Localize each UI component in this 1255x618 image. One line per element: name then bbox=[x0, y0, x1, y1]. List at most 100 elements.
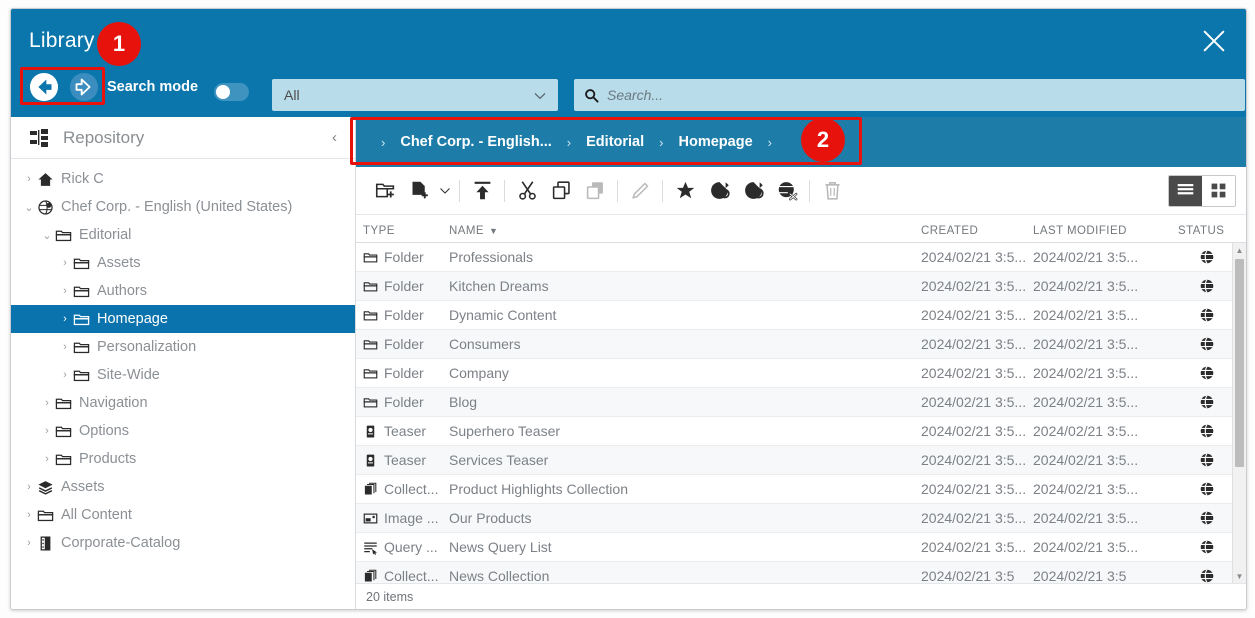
cell-type-label: Folder bbox=[384, 307, 424, 323]
search-input[interactable] bbox=[607, 87, 1235, 103]
sidebar-item-options[interactable]: ›Options bbox=[11, 417, 355, 445]
table-scrollbar[interactable]: ▲ ▼ bbox=[1232, 243, 1246, 583]
twisty-collapsed-icon[interactable]: › bbox=[57, 369, 73, 381]
scroll-up-icon[interactable]: ▲ bbox=[1233, 243, 1246, 257]
upload-button[interactable] bbox=[465, 174, 499, 208]
repository-header: Repository ‹ bbox=[11, 117, 355, 159]
cell-created: 2024/02/21 3:5... bbox=[921, 481, 1033, 497]
table-row[interactable]: Image ...Our Products2024/02/21 3:5...20… bbox=[356, 504, 1246, 533]
content-type-filter-value: All bbox=[284, 87, 300, 103]
twisty-expanded-icon[interactable]: ⌄ bbox=[21, 201, 37, 214]
scroll-down-icon[interactable]: ▼ bbox=[1233, 569, 1246, 583]
close-icon[interactable] bbox=[1194, 21, 1234, 61]
twisty-collapsed-icon[interactable]: › bbox=[57, 285, 73, 297]
favorite-button[interactable] bbox=[668, 174, 702, 208]
cut-button[interactable] bbox=[510, 174, 544, 208]
teaser-icon bbox=[363, 424, 378, 439]
twisty-collapsed-icon[interactable]: › bbox=[21, 173, 37, 185]
sidebar-item-rick-c[interactable]: ›Rick C bbox=[11, 165, 355, 193]
column-header-type[interactable]: TYPE bbox=[356, 225, 446, 237]
table-row[interactable]: TeaserSuperhero Teaser2024/02/21 3:5...2… bbox=[356, 417, 1246, 446]
new-content-dropdown[interactable] bbox=[436, 174, 454, 208]
sidebar-item-products[interactable]: › Products bbox=[11, 445, 355, 473]
table-row[interactable]: FolderProfessionals2024/02/21 3:5...2024… bbox=[356, 243, 1246, 272]
twisty-collapsed-icon[interactable]: › bbox=[57, 257, 73, 269]
content-type-filter[interactable]: All bbox=[272, 79, 558, 111]
sidebar-item-personalization[interactable]: › Personalization bbox=[11, 333, 355, 361]
grid-view-icon[interactable] bbox=[1202, 176, 1235, 206]
cell-last-modified: 2024/02/21 3:5 bbox=[1033, 568, 1168, 583]
cell-type-label: Image ... bbox=[384, 510, 438, 526]
sidebar-item-navigation[interactable]: ›Navigation bbox=[11, 389, 355, 417]
twisty-collapsed-icon[interactable]: › bbox=[39, 453, 55, 465]
new-content-button[interactable] bbox=[402, 174, 436, 208]
column-header-created[interactable]: CREATED bbox=[921, 225, 1033, 237]
table-row[interactable]: FolderBlog2024/02/21 3:5...2024/02/21 3:… bbox=[356, 388, 1246, 417]
sidebar-item-homepage[interactable]: ›Homepage bbox=[11, 305, 355, 333]
table-row[interactable]: Collect...News Collection2024/02/21 3:52… bbox=[356, 562, 1246, 583]
twisty-collapsed-icon[interactable]: › bbox=[39, 397, 55, 409]
sidebar-item-all-content[interactable]: › All Content bbox=[11, 501, 355, 529]
star-icon bbox=[675, 180, 696, 201]
new-folder-button[interactable] bbox=[368, 174, 402, 208]
upload-icon bbox=[472, 180, 493, 201]
schedule-publish-button[interactable] bbox=[736, 174, 770, 208]
cell-type-label: Query ... bbox=[384, 539, 438, 555]
arrow-forward-circle-icon[interactable] bbox=[69, 72, 99, 102]
search-box[interactable] bbox=[574, 79, 1245, 111]
table-row[interactable]: FolderDynamic Content2024/02/21 3:5...20… bbox=[356, 301, 1246, 330]
table-row[interactable]: FolderCompany2024/02/21 3:5...2024/02/21… bbox=[356, 359, 1246, 388]
cell-name: Blog bbox=[446, 394, 921, 410]
sort-desc-icon: ▼ bbox=[489, 226, 498, 236]
cell-last-modified: 2024/02/21 3:5... bbox=[1033, 307, 1168, 323]
twisty-collapsed-icon[interactable]: › bbox=[21, 537, 37, 549]
scrollbar-thumb[interactable] bbox=[1235, 259, 1244, 467]
breadcrumb-item-0[interactable]: Chef Corp. - English... bbox=[394, 134, 557, 150]
sidebar-item-assets[interactable]: ›Assets bbox=[11, 473, 355, 501]
table-row[interactable]: FolderConsumers2024/02/21 3:5...2024/02/… bbox=[356, 330, 1246, 359]
copy-button[interactable] bbox=[544, 174, 578, 208]
column-header-status[interactable]: STATUS bbox=[1168, 225, 1246, 237]
sidebar-item-corporate-catalog[interactable]: ›Corporate-Catalog bbox=[11, 529, 355, 557]
column-header-name[interactable]: NAME▼ bbox=[446, 225, 921, 237]
list-view-icon[interactable] bbox=[1169, 176, 1202, 206]
sidebar-item-editorial[interactable]: ⌄Editorial bbox=[11, 221, 355, 249]
breadcrumb-item-1[interactable]: Editorial bbox=[580, 134, 650, 150]
sidebar-item-chef-corp-english-united-states[interactable]: ⌄Chef Corp. - English (United States) bbox=[11, 193, 355, 221]
twisty-collapsed-icon[interactable]: › bbox=[57, 341, 73, 353]
folder-plus-icon bbox=[375, 180, 396, 201]
publish-button[interactable] bbox=[702, 174, 736, 208]
folder-icon bbox=[37, 507, 54, 524]
sidebar-item-assets[interactable]: ›Assets bbox=[11, 249, 355, 277]
table-row[interactable]: Query ...News Query List2024/02/21 3:5..… bbox=[356, 533, 1246, 562]
sidebar-item-label: Personalization bbox=[97, 339, 196, 355]
table-row[interactable]: TeaserServices Teaser2024/02/21 3:5...20… bbox=[356, 446, 1246, 475]
sidebar-item-site-wide[interactable]: › Site-Wide bbox=[11, 361, 355, 389]
cell-name: Company bbox=[446, 365, 921, 381]
cell-type-label: Folder bbox=[384, 278, 424, 294]
twisty-expanded-icon[interactable]: ⌄ bbox=[39, 229, 55, 242]
column-header-last-modified[interactable]: LAST MODIFIED bbox=[1033, 225, 1168, 237]
sidebar-item-label: All Content bbox=[61, 507, 132, 523]
twisty-collapsed-icon[interactable]: › bbox=[57, 313, 73, 325]
breadcrumb-item-2[interactable]: Homepage bbox=[673, 134, 759, 150]
twisty-collapsed-icon[interactable]: › bbox=[21, 509, 37, 521]
table-row[interactable]: Collect...Product Highlights Collection2… bbox=[356, 475, 1246, 504]
cell-last-modified: 2024/02/21 3:5... bbox=[1033, 452, 1168, 468]
cell-type: Collect... bbox=[356, 568, 446, 583]
sidebar-item-label: Site-Wide bbox=[97, 367, 160, 383]
view-mode-toggle bbox=[1168, 175, 1236, 207]
twisty-collapsed-icon[interactable]: › bbox=[21, 481, 37, 493]
breadcrumb-separator-2: › bbox=[759, 135, 781, 150]
twisty-collapsed-icon[interactable]: › bbox=[39, 425, 55, 437]
sidebar-item-label: Products bbox=[79, 451, 136, 467]
folder-icon bbox=[363, 337, 378, 352]
unpublish-button[interactable] bbox=[770, 174, 804, 208]
globe-status-icon bbox=[1199, 568, 1215, 583]
search-mode-toggle[interactable] bbox=[214, 83, 249, 101]
sidebar-item-authors[interactable]: ›Authors bbox=[11, 277, 355, 305]
chevron-left-icon[interactable]: ‹ bbox=[328, 129, 341, 146]
arrow-back-circle-icon[interactable] bbox=[29, 72, 59, 102]
table-row[interactable]: FolderKitchen Dreams2024/02/21 3:5...202… bbox=[356, 272, 1246, 301]
folder-icon bbox=[55, 451, 72, 468]
